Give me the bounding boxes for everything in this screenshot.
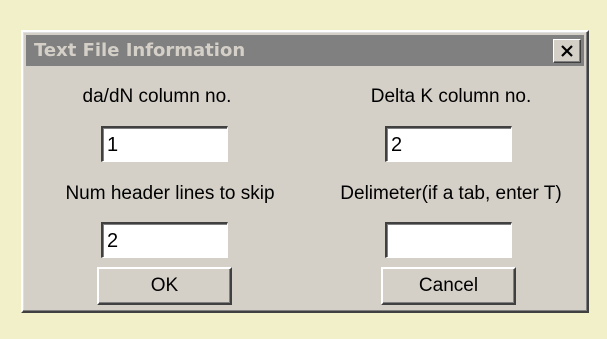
title-bar[interactable]: Text File Information [26,35,584,66]
close-button[interactable] [553,38,581,63]
header-lines-label: Num header lines to skip [65,183,275,204]
header-lines-input[interactable] [101,222,228,258]
dadn-column-input[interactable] [101,126,228,162]
cancel-button[interactable]: Cancel [381,267,516,305]
ok-button[interactable]: OK [97,267,232,305]
close-icon [561,44,573,57]
delimiter-label: Delimeter(if a tab, enter T) [340,183,562,204]
deltak-column-label: Delta K column no. [370,86,532,107]
dadn-column-label: da/dN column no. [82,86,232,107]
dialog-title: Text File Information [34,40,246,61]
delimiter-input[interactable] [385,222,512,258]
deltak-column-input[interactable] [385,126,512,162]
text-file-info-dialog: Text File Information da/dN column no. D… [21,30,589,313]
